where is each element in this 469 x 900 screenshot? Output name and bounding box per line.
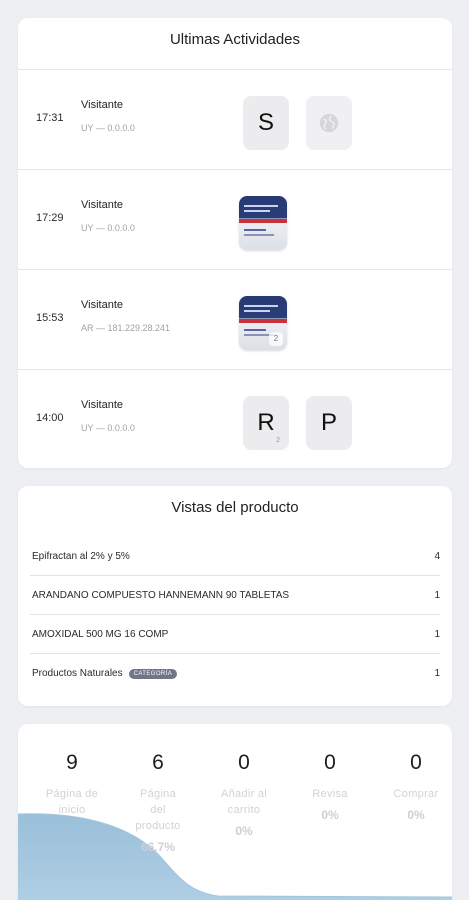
funnel-step-label: Comprar (393, 788, 439, 800)
funnel-step-percent: 0% (407, 808, 425, 822)
product-views-card: Vistas del producto Epifractan al 2% y 5… (18, 486, 452, 706)
activity-location: UY — 0.0.0.0 (81, 423, 135, 433)
product-views-title: Vistas del producto (171, 499, 299, 516)
funnel-step-value: 6 (152, 751, 164, 774)
activity-row[interactable]: 15:53 Visitante AR — 181.229.28.241 2 (18, 270, 452, 370)
activity-visitor: Visitante (81, 99, 123, 111)
product-view-row[interactable]: ARANDANO COMPUESTO HANNEMANN 90 TABLETAS… (30, 576, 440, 615)
search-tile-letter: S (257, 109, 274, 136)
product-name: ARANDANO COMPUESTO HANNEMANN 90 TABLETAS (32, 590, 290, 601)
funnel-step-value: 0 (324, 751, 336, 774)
funnel-step-label: Revisa (312, 788, 348, 800)
activity-visitor: Visitante (81, 299, 123, 311)
search-tile[interactable]: R 2 (243, 396, 289, 450)
product-thumbnail[interactable]: 2 (239, 296, 287, 350)
funnel-step-percent: 66.7% (140, 840, 176, 854)
product-view-row[interactable]: AMOXIDAL 500 MG 16 COMP 1 (30, 615, 440, 654)
funnel-step-value: 9 (66, 751, 78, 774)
activity-time: 17:31 (36, 112, 64, 124)
category-badge: CATEGORÍA (128, 669, 178, 679)
category-name: Productos Naturales CATEGORÍA (32, 668, 178, 679)
funnel-step-label: Página de inicio (45, 788, 99, 816)
category-label: Productos Naturales (32, 668, 123, 679)
product-thumbnail[interactable] (239, 196, 287, 250)
search-tile[interactable]: S (243, 96, 289, 150)
product-name: AMOXIDAL 500 MG 16 COMP (32, 629, 169, 640)
activity-location: UY — 0.0.0.0 (81, 123, 135, 133)
activity-visitor: Visitante (81, 199, 123, 211)
product-view-row[interactable]: Productos Naturales CATEGORÍA 1 (30, 654, 440, 693)
funnel-step-purchase: 0 Comprar 0% (373, 748, 452, 822)
activity-location: UY — 0.0.0.0 (81, 223, 135, 233)
activity-time: 17:29 (36, 212, 64, 224)
latest-activities-card: Ultimas Actividades 17:31 Visitante UY —… (18, 18, 452, 468)
activity-visitor: Visitante (81, 399, 123, 411)
funnel-step-review: 0 Revisa 0% (287, 748, 373, 822)
funnel-step-value: 0 (238, 751, 250, 774)
product-view-row[interactable]: Epifractan al 2% y 5% 4 (30, 537, 440, 576)
view-count-badge: 2 (269, 332, 283, 346)
funnel-step-percent: 0% (321, 808, 339, 822)
activity-location: AR — 181.229.28.241 (81, 323, 171, 333)
product-view-count: 1 (434, 590, 440, 601)
conversion-funnel-card: 9 Página de inicio 6 Página del producto 66… (18, 724, 452, 900)
funnel-step-label: Añadir al carrito (220, 788, 268, 816)
product-tile-letter: P (320, 409, 337, 436)
funnel-step-percent: 0% (235, 824, 253, 838)
latest-activities-title: Ultimas Actividades (18, 18, 452, 70)
funnel-step-label: Página del producto (135, 788, 181, 832)
activity-row[interactable]: 17:31 Visitante UY — 0.0.0.0 S (18, 70, 452, 170)
product-name: Epifractan al 2% y 5% (32, 551, 130, 562)
funnel-step-cart: 0 Añadir al carrito 0% (201, 748, 287, 838)
globe-icon (319, 113, 339, 133)
search-tile-letter: R (257, 409, 275, 436)
activity-row[interactable]: 14:00 Visitante UY — 0.0.0.0 R 2 P (18, 370, 452, 468)
funnel-step-product: 6 Página del producto 66.7% (115, 748, 201, 854)
globe-tile[interactable] (306, 96, 352, 150)
activity-time: 14:00 (36, 412, 64, 424)
product-view-count: 1 (434, 629, 440, 640)
product-view-count: 1 (434, 668, 440, 679)
activity-row[interactable]: 17:29 Visitante UY — 0.0.0.0 (18, 170, 452, 270)
activity-time: 15:53 (36, 312, 64, 324)
search-tile-count: 2 (276, 437, 280, 444)
product-view-count: 4 (434, 551, 440, 562)
funnel-step-home: 9 Página de inicio (29, 748, 115, 818)
funnel-step-value: 0 (410, 751, 422, 774)
product-tile[interactable]: P (306, 396, 352, 450)
